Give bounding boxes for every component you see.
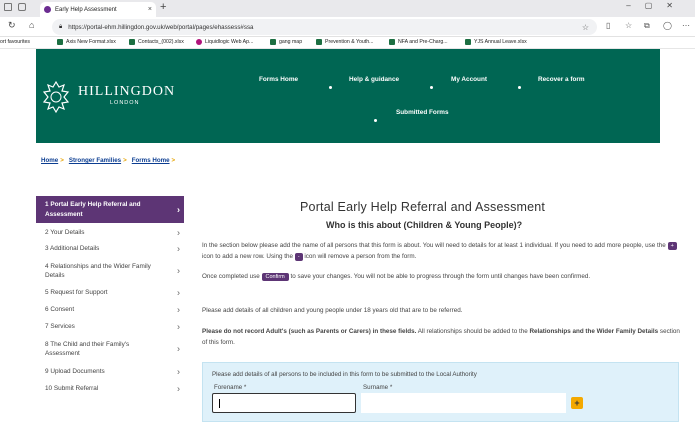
sidebar-item-request-support[interactable]: 5 Request for Support › — [36, 287, 184, 299]
menu-bullet — [374, 119, 377, 122]
person-entry-panel: Please add details of all persons to be … — [202, 362, 679, 422]
favourite-item[interactable]: gang map — [270, 39, 302, 45]
new-tab-button[interactable]: + — [160, 1, 166, 13]
sidebar-item-family-assessment[interactable]: 8 The Child and their Family's Assessmen… — [36, 338, 184, 360]
tab-close-icon[interactable]: × — [148, 6, 152, 13]
breadcrumb-forms-home[interactable]: Forms Home — [132, 157, 170, 164]
confirm-chip: Confirm — [261, 273, 289, 281]
breadcrumb: Home > Stronger Families > Forms Home > — [41, 157, 180, 164]
url-text: https://portal-ehm.hillingdon.gov.uk/web… — [68, 23, 254, 31]
excel-icon — [270, 39, 276, 45]
instructions-add-people: In the section below please add the name… — [202, 241, 680, 262]
favourite-item[interactable]: Contacts_(002).xlsx — [129, 39, 184, 45]
breadcrumb-separator-icon: > — [60, 157, 64, 164]
menu-my-account[interactable]: My Account — [451, 76, 487, 83]
chevron-right-icon: › — [177, 287, 180, 298]
favourite-item[interactable]: YJS Annual Leave.xlsx — [465, 39, 527, 45]
sidebar-item-submit-referral[interactable]: 10 Submit Referral › — [36, 383, 184, 395]
surname-label: Surname * — [363, 384, 393, 391]
chevron-right-icon: › — [177, 227, 180, 238]
breadcrumb-stronger-families[interactable]: Stronger Families — [69, 157, 121, 164]
chevron-right-icon: › — [177, 203, 180, 214]
tab-actions-icon[interactable] — [4, 3, 12, 11]
breadcrumb-home[interactable]: Home — [41, 157, 58, 164]
sidebar-item-referral-assessment[interactable]: 1 Portal Early Help Referral and Assessm… — [36, 196, 184, 223]
favourites-bar: ort favourites Axis New Format.xlsx Cont… — [0, 37, 695, 49]
surname-input[interactable] — [361, 393, 566, 413]
instructions-confirm: Once completed use Confirm to save your … — [202, 273, 591, 281]
site-favicon-icon — [44, 6, 51, 13]
tab-title: Early Help Assessment — [55, 6, 117, 13]
excel-icon — [465, 39, 471, 45]
sidebar-item-consent[interactable]: 6 Consent › — [36, 304, 184, 316]
favourite-item[interactable]: Axis New Format.xlsx — [57, 39, 116, 45]
plus-icon: + — [667, 242, 677, 250]
forename-input[interactable] — [212, 393, 356, 413]
entry-note: Please add details of all persons to be … — [212, 371, 477, 378]
breadcrumb-separator-icon: > — [171, 157, 176, 164]
window-controls[interactable]: –▢✕ — [626, 1, 687, 10]
chevron-right-icon: › — [177, 304, 180, 315]
favourite-item[interactable]: NFA and Pre-Charg... — [389, 39, 448, 45]
chevron-right-icon: › — [177, 383, 180, 394]
menu-bullet — [518, 86, 521, 89]
menu-submitted-forms[interactable]: Submitted Forms — [396, 109, 449, 116]
menu-help-guidance[interactable]: Help & guidance — [349, 76, 399, 83]
favourites-icon[interactable]: ☆ — [625, 21, 632, 30]
chevron-right-icon: › — [177, 366, 180, 377]
excel-icon — [389, 39, 395, 45]
url-field[interactable]: 🔒︎ https://portal-ehm.hillingdon.gov.uk/… — [52, 19, 597, 35]
chevron-right-icon: › — [177, 243, 180, 254]
excel-icon — [129, 39, 135, 45]
favourite-item[interactable]: ort favourites — [0, 39, 30, 45]
home-icon[interactable]: ⌂ — [29, 20, 34, 30]
chevron-right-icon: › — [177, 343, 180, 354]
minus-icon: - — [294, 252, 303, 261]
address-bar: ↻ ⌂ 🔒︎ https://portal-ehm.hillingdon.gov… — [0, 17, 695, 37]
menu-forms-home[interactable]: Forms Home — [259, 76, 298, 83]
browser-tab[interactable]: Early Help Assessment × — [40, 2, 156, 17]
hillingdon-crest-icon — [42, 80, 70, 114]
chevron-right-icon: › — [177, 321, 180, 332]
favourite-star-icon[interactable]: ☆ — [582, 23, 589, 32]
instructions-no-adults: Please do not record Adult's (such as Pa… — [202, 328, 680, 346]
section-subtitle: Who is this about (Children & Young Peop… — [326, 220, 523, 230]
menu-icon[interactable]: ⋯ — [682, 21, 690, 30]
logo-text[interactable]: HILLINGDON — [78, 84, 175, 100]
sidebar-item-your-details[interactable]: 2 Your Details › — [36, 227, 184, 239]
text-caret — [219, 399, 220, 408]
logo-subtext: LONDON — [110, 100, 140, 106]
page-title: Portal Early Help Referral and Assessmen… — [300, 200, 546, 214]
browser-tab-bar: Early Help Assessment × + –▢✕ — [0, 0, 695, 17]
chevron-right-icon: › — [177, 265, 180, 276]
breadcrumb-separator-icon: > — [123, 157, 127, 164]
sidebar-item-services[interactable]: 7 Services › — [36, 321, 184, 333]
sidebar-item-upload-documents[interactable]: 9 Upload Documents › — [36, 366, 184, 378]
tab-collections-icon[interactable] — [18, 3, 26, 11]
menu-bullet — [329, 86, 332, 89]
forename-label: Forename * — [214, 384, 247, 391]
favourite-item[interactable]: Prevention & Youth... — [316, 39, 373, 45]
menu-recover-form[interactable]: Recover a form — [538, 76, 585, 83]
favourite-item[interactable]: Liquidlogic Web Ap... — [196, 39, 253, 45]
lock-icon: 🔒︎ — [59, 23, 63, 30]
excel-icon — [316, 39, 322, 45]
refresh-icon[interactable]: ↻ — [8, 20, 16, 31]
site-header: HILLINGDON LONDON Forms Home Help & guid… — [36, 49, 660, 143]
add-row-button[interactable]: + — [571, 397, 583, 409]
split-screen-icon[interactable]: ▯ — [606, 21, 610, 30]
collections-icon[interactable]: ⧉ — [644, 21, 650, 31]
sidebar-item-additional-details[interactable]: 3 Additional Details › — [36, 243, 184, 255]
profile-icon[interactable]: ◯ — [663, 21, 672, 30]
menu-bullet — [430, 86, 433, 89]
excel-icon — [57, 39, 63, 45]
instructions-under-18: Please add details of all children and y… — [202, 307, 463, 314]
liquidlogic-icon — [196, 39, 202, 45]
sidebar-item-relationships[interactable]: 4 Relationships and the Wider Family Det… — [36, 260, 184, 282]
